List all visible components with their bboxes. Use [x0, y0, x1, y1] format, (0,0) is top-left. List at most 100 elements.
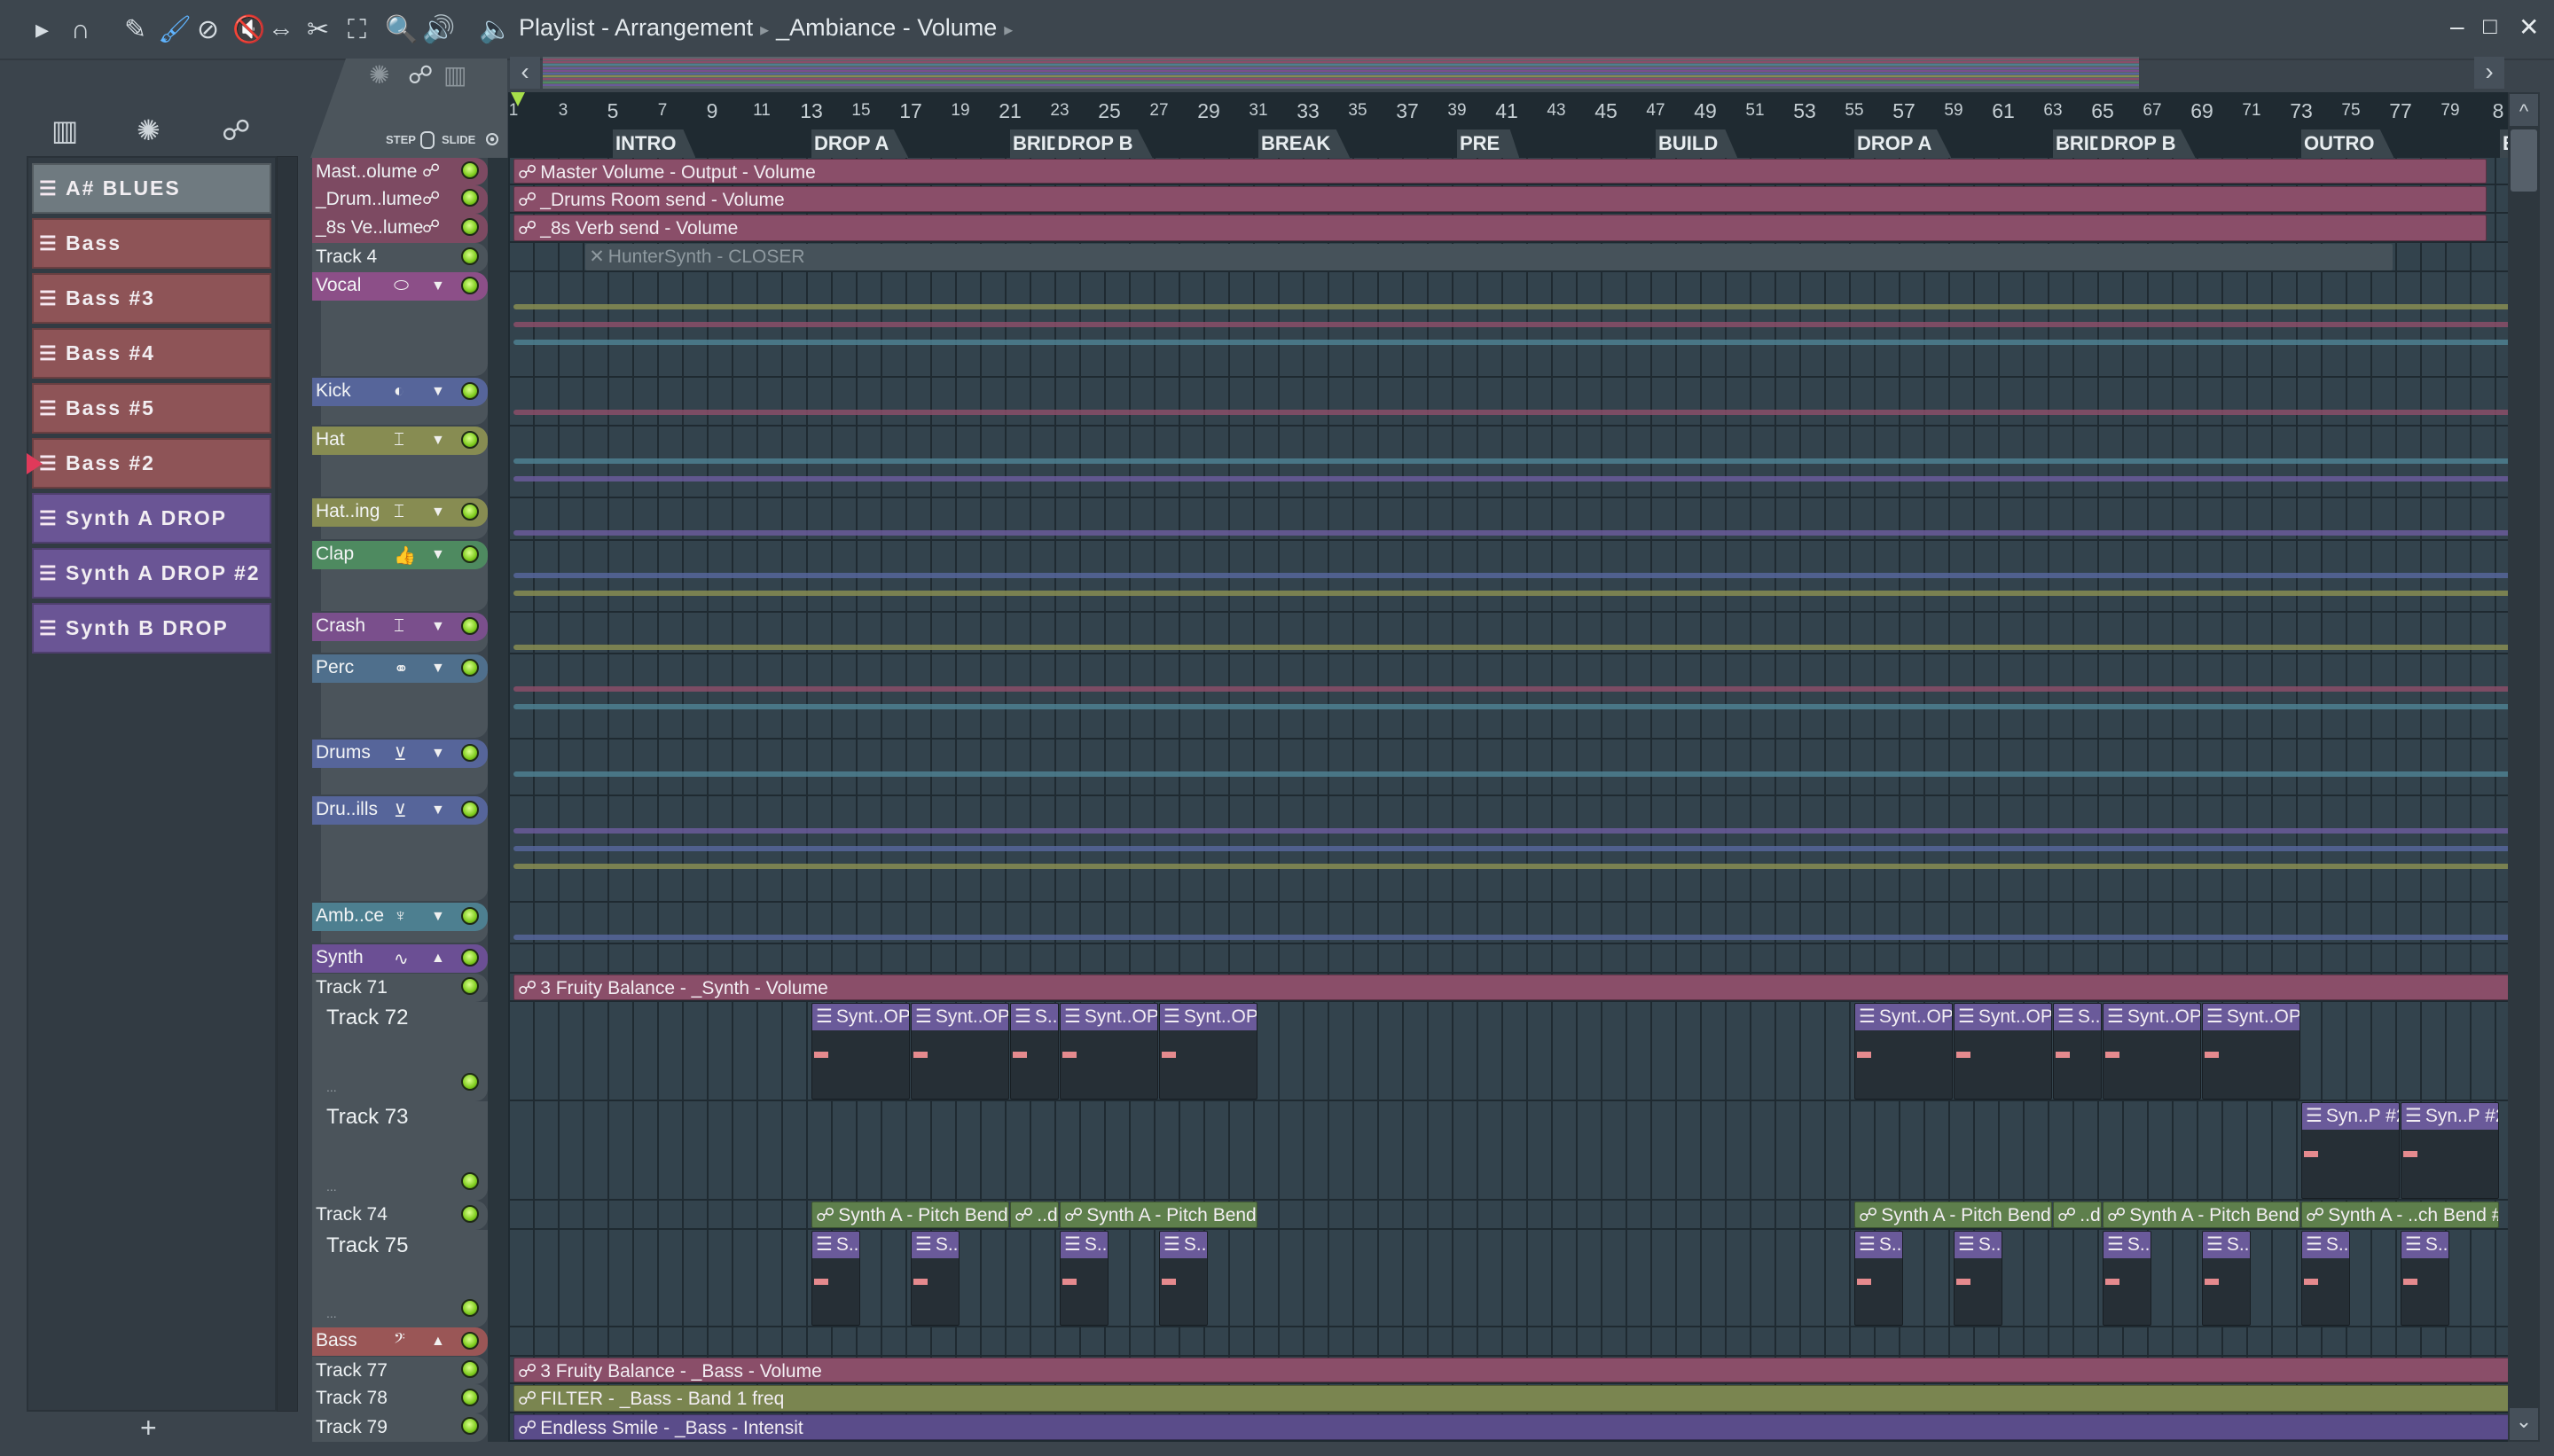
track-enable-led[interactable] [461, 1299, 479, 1317]
track-enable-led[interactable] [461, 1417, 479, 1435]
playlist-grid[interactable]: ☍ Master Volume - Output - Volume ☍ _Drums … [508, 158, 2508, 1442]
expand-toggle-icon[interactable]: ▼ [431, 278, 445, 294]
magnet-icon[interactable]: ∩ [71, 12, 90, 48]
slip-icon[interactable]: ⇔ [268, 12, 294, 48]
marker-drop-b[interactable]: DROP B [1054, 129, 1153, 158]
pattern-item[interactable]: ☰ Bass #3 [32, 273, 271, 324]
speaker-icon[interactable]: 🔈 [479, 12, 512, 48]
paint-icon[interactable]: 🖌 [158, 12, 192, 48]
track-lane[interactable]: ☰ S.. ☰ S.. ☰ S.. ☰ S.. ☰ S.. ☰ S.. ☰ S.. ☰ S.. ☰ S.. ☰ S.. [508, 1230, 2508, 1327]
mute-icon[interactable]: 🔇 [232, 12, 265, 48]
track-lane[interactable] [508, 903, 2508, 944]
audio-icon[interactable]: ✺ [369, 60, 389, 90]
track-header[interactable]: Amb..ce ♆ ▼ [312, 903, 488, 944]
track-lane[interactable]: ☰ Synt..OP ☰ Synt..OP ☰ S.. ☰ Synt..OP ☰ Synt..OP… [508, 1002, 2508, 1101]
automation-clip[interactable]: ☍ Synth A - ..ch Bend #2 [2301, 1202, 2499, 1228]
automation-clip[interactable]: ☍ _Drums Room send - Volume [513, 186, 2487, 212]
timeline-ruler[interactable]: 1 3 5 7 9 11 13 15 17 19 21 23 25 27 29 31 33 35 37 39 41 43 4… [508, 92, 2508, 158]
track-enable-led[interactable] [461, 1172, 479, 1190]
pattern-clip[interactable]: ☰ S.. [2053, 1003, 2102, 1100]
track-lane[interactable] [508, 944, 2508, 982]
slice-icon[interactable]: ✂ [307, 12, 329, 48]
pattern-clip[interactable]: ☰ Synt..OP [911, 1003, 1009, 1100]
step-toggle[interactable] [420, 131, 435, 149]
minimize-button[interactable]: – [2450, 12, 2464, 41]
marker-build[interactable]: BUILD [1656, 129, 1738, 158]
track-lane[interactable]: ☰ Syn..P #2 ☰ Syn..P #2 [508, 1101, 2508, 1201]
track-lane[interactable]: ☍ Endless Smile - _Bass - Intensit [508, 1413, 2508, 1442]
expand-toggle-icon[interactable]: ▼ [431, 505, 445, 521]
track-enable-led[interactable] [461, 1359, 479, 1378]
track-header[interactable]: Kick ◐ ▼ [312, 378, 488, 427]
track-header[interactable]: Hat..ing ⌶ ▼ [312, 498, 488, 541]
expand-toggle-icon[interactable]: ▼ [431, 619, 445, 635]
automation-clip[interactable]: ☍ _8s Verb send - Volume [513, 215, 2487, 241]
pattern-clip[interactable]: ☰ S.. [2103, 1231, 2151, 1326]
track-header[interactable]: Bass 𝄢 ▲ [312, 1327, 488, 1357]
marker-drop-a[interactable]: DROP A [1854, 129, 1952, 158]
pattern-item[interactable]: ☰ Bass [32, 218, 271, 269]
track-lane[interactable] [508, 427, 2508, 498]
pattern-clip[interactable]: ☰ Synt..OP [1954, 1003, 2052, 1100]
delete-icon[interactable]: ⊘ [197, 12, 219, 48]
track-enable-led[interactable] [461, 431, 479, 449]
pattern-clip[interactable]: ☰ S.. [1060, 1231, 1109, 1326]
pencil-icon[interactable]: ✎ [124, 12, 146, 48]
scroll-left-button[interactable]: ‹ [510, 57, 540, 89]
track-enable-led[interactable] [461, 277, 479, 294]
track-header[interactable]: Perc ⚭ ▼ [312, 654, 488, 740]
track-lane[interactable] [508, 272, 2508, 378]
automation-tab-icon[interactable]: ☍ [222, 114, 250, 147]
track-enable-led[interactable] [461, 189, 479, 207]
automation-clip[interactable]: ☍ ..d [2053, 1202, 2102, 1228]
automation-clip[interactable]: ☍ Synth A - Pitch Bend [1854, 1202, 2052, 1228]
pattern-clip[interactable]: ☰ Syn..P #2 [2301, 1102, 2400, 1199]
marker-outro[interactable]: OUTRO [2301, 129, 2394, 158]
track-lane[interactable] [508, 740, 2508, 796]
pattern-item[interactable]: ☰ Bass #4 [32, 328, 271, 379]
zoom-icon[interactable]: 🔍 [385, 12, 418, 48]
pattern-clip[interactable]: ☰ S.. [2301, 1231, 2350, 1326]
automation-clip[interactable]: ☍ Master Volume - Output - Volume [513, 159, 2487, 184]
automation-clip[interactable]: ☍ FILTER - _Bass - Band 1 freq [513, 1385, 2508, 1412]
marker-e[interactable]: E [2500, 129, 2508, 158]
track-enable-led[interactable] [461, 977, 479, 995]
pattern-clip[interactable]: ☰ S.. [811, 1231, 860, 1326]
track-lane[interactable] [508, 498, 2508, 541]
track-enable-led[interactable] [461, 744, 479, 762]
track-enable-led[interactable] [461, 801, 479, 818]
pattern-item[interactable]: ☰ Synth B DROP [32, 603, 271, 654]
pattern-clip[interactable]: ☰ Synt..OP [1060, 1003, 1158, 1100]
breadcrumb-arrow-icon[interactable]: ▸ [1004, 20, 1013, 40]
marker-break[interactable]: BREAK [1258, 129, 1351, 158]
scroll-up-button[interactable]: ^ [2510, 94, 2538, 126]
pattern-clip[interactable]: ☰ Synt..OP [811, 1003, 910, 1100]
track-lane[interactable]: ☍ FILTER - _Bass - Band 1 freq [508, 1384, 2508, 1413]
track-enable-led[interactable] [461, 949, 479, 967]
pattern-clip[interactable]: ☰ S.. [1854, 1231, 1903, 1326]
track-header[interactable]: Hat ⌶ ▼ [312, 427, 488, 498]
expand-toggle-icon[interactable]: ▼ [431, 661, 445, 677]
pattern-item[interactable]: ☰ Synth A DROP [32, 493, 271, 544]
track-header[interactable]: Track 71 [312, 974, 488, 1002]
track-lane[interactable]: ☍ _8s Verb send - Volume [508, 214, 2508, 243]
track-select-strip[interactable] [488, 158, 508, 1442]
scroll-right-button[interactable]: › [2474, 57, 2504, 89]
pattern-clip[interactable]: ☰ S.. [911, 1231, 960, 1326]
track-lane[interactable]: ☍ Master Volume - Output - Volume [508, 158, 2508, 185]
track-enable-led[interactable] [461, 1388, 479, 1406]
track-enable-led[interactable] [461, 659, 479, 677]
collapse-toggle-icon[interactable]: ▲ [431, 1334, 445, 1350]
vertical-scrollbar[interactable]: ^ ⌄ [2508, 92, 2540, 1442]
audio-tab-icon[interactable]: ✺ [137, 114, 161, 147]
track-header[interactable]: Drums ⊻ ▼ [312, 740, 488, 796]
expand-toggle-icon[interactable]: ▼ [431, 746, 445, 762]
browser-scrollbar[interactable] [277, 156, 298, 1412]
track-enable-led[interactable] [461, 382, 479, 400]
automation-clip[interactable]: ☍ Synth A - Pitch Bend [811, 1202, 1009, 1228]
select-icon[interactable]: ⛶ [348, 12, 366, 48]
track-lane[interactable] [508, 378, 2508, 427]
automation-clip[interactable]: ☍ 3 Fruity Balance - _Bass - Volume [513, 1358, 2508, 1382]
pattern-clip[interactable]: ☰ S.. [1159, 1231, 1208, 1326]
automation-clip[interactable]: ☍ Synth A - Pitch Bend [1060, 1202, 1257, 1228]
